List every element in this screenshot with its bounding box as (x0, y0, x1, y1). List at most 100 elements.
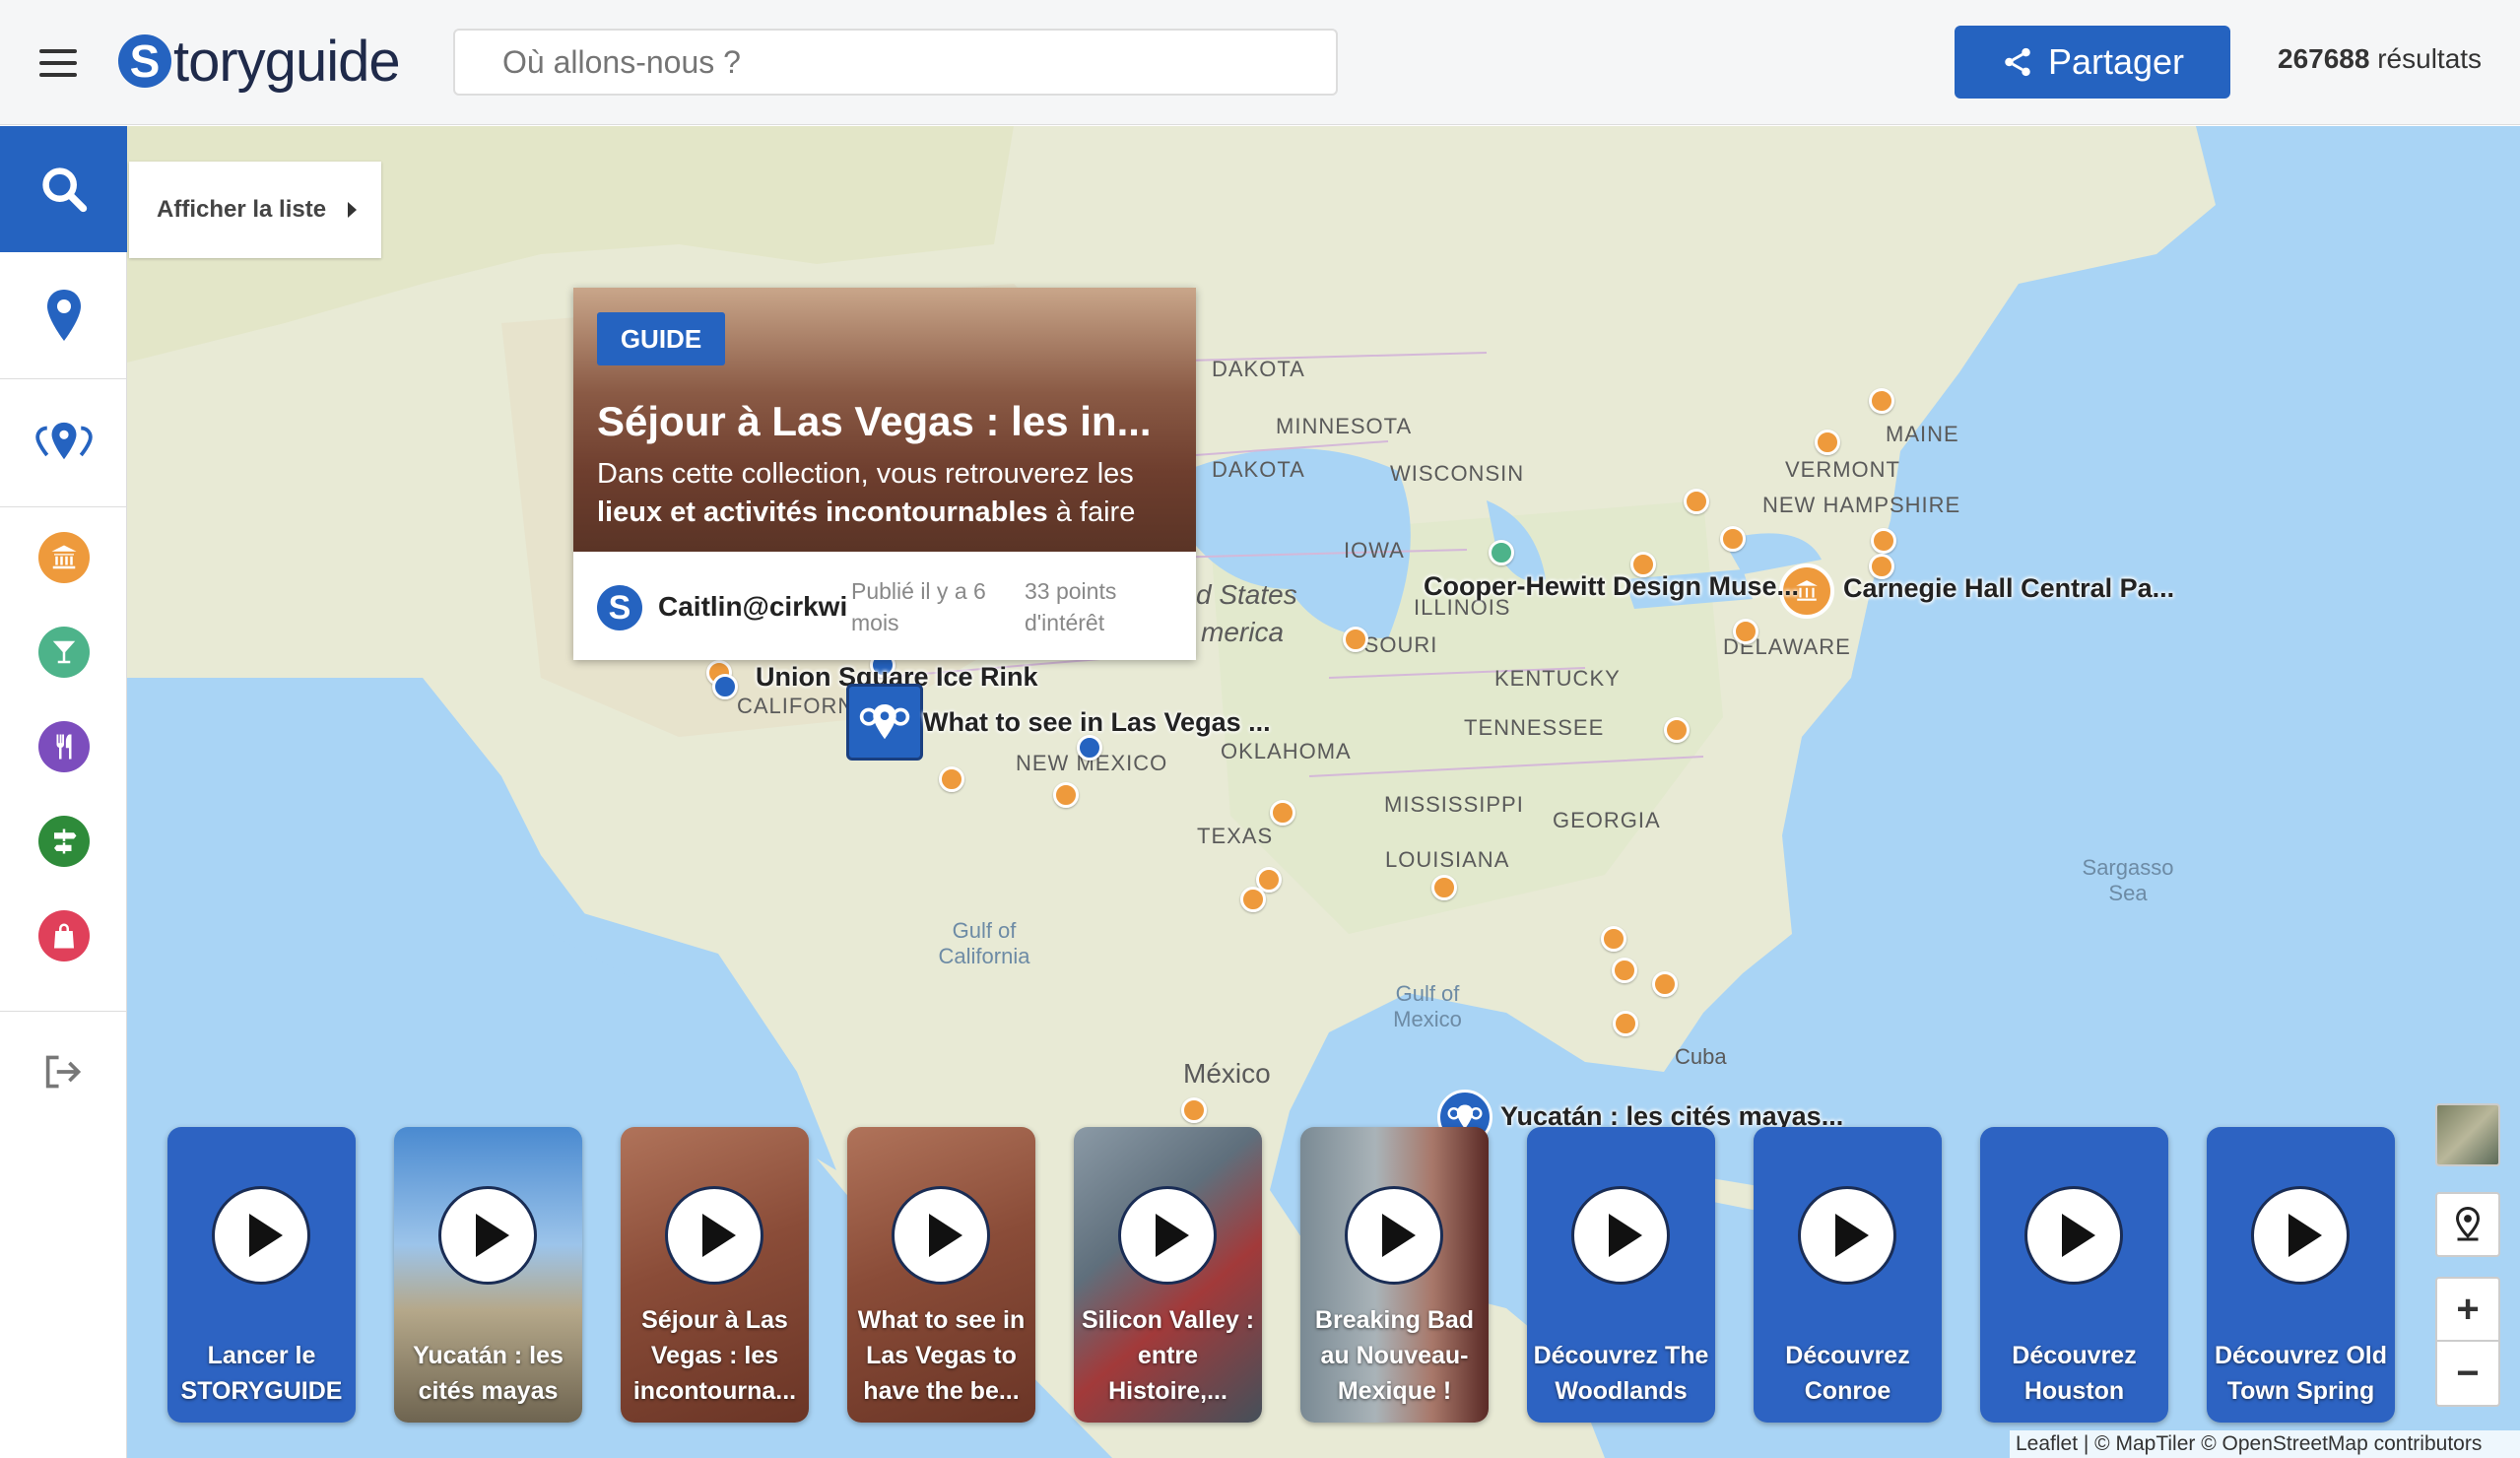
pin-label[interactable]: What to see in Las Vegas ... (923, 707, 1271, 738)
poi-marker[interactable] (1871, 528, 1896, 554)
pin-label[interactable]: Carnegie Hall Central Pa... (1843, 573, 2174, 604)
story-card[interactable]: Breaking Bad au Nouveau-Mexique ! (1300, 1127, 1489, 1423)
poi-marker[interactable] (1664, 717, 1690, 743)
popup-author[interactable]: Caitlin@cirkwi (658, 591, 847, 623)
story-card-label: Silicon Valley : entre Histoire,... (1081, 1306, 1255, 1405)
map-label: TEXAS (1197, 824, 1274, 848)
multi-pin-icon (34, 422, 93, 460)
poi-marker[interactable] (1613, 1011, 1638, 1036)
logo[interactable]: S toryguide (118, 29, 401, 94)
story-card-label: Découvrez Houston (2012, 1342, 2137, 1405)
sidebar-item-places[interactable] (0, 252, 127, 378)
story-card[interactable]: Lancer le STORYGUIDE (167, 1127, 356, 1423)
share-icon (2005, 47, 2030, 77)
sidebar-search-button[interactable] (0, 126, 127, 252)
poi-marker[interactable] (1343, 627, 1368, 652)
zoom-control: + − (2435, 1277, 2500, 1407)
story-card[interactable]: Découvrez The Woodlands (1527, 1127, 1715, 1423)
map-attribution[interactable]: Leaflet | © MapTiler © OpenStreetMap con… (2010, 1430, 2520, 1458)
top-bar: S toryguide Partager 267688 résultats (0, 0, 2520, 125)
story-card[interactable]: Découvrez Conroe (1754, 1127, 1942, 1423)
sidebar-item-activities[interactable] (0, 794, 127, 889)
play-icon (892, 1186, 990, 1285)
shopping-bag-icon (37, 910, 90, 961)
poi-marker[interactable] (1181, 1097, 1207, 1123)
map-label: DAKOTA (1212, 457, 1305, 482)
play-icon (2024, 1186, 2123, 1285)
story-card-label: Découvrez Old Town Spring (2214, 1342, 2388, 1405)
signpost-icon (37, 816, 90, 867)
poi-marker[interactable] (1489, 540, 1514, 565)
poi-marker[interactable] (1684, 489, 1709, 514)
sidebar-divider (0, 506, 127, 507)
poi-marker[interactable] (1652, 971, 1678, 997)
poi-marker[interactable] (1601, 926, 1626, 952)
play-icon (1118, 1186, 1217, 1285)
pin-label[interactable]: Cooper-Hewitt Design Muse... (1424, 571, 1799, 602)
sidebar-item-restaurants[interactable] (0, 699, 127, 794)
poi-marker[interactable] (1431, 875, 1457, 900)
poi-marker[interactable] (1053, 782, 1079, 808)
zoom-in-button[interactable]: + (2437, 1279, 2498, 1342)
logo-text: toryguide (173, 29, 401, 94)
locate-button[interactable] (2435, 1192, 2500, 1257)
map-label: d States (1196, 579, 1297, 610)
map-label: MISSISSIPPI (1384, 792, 1524, 817)
poi-marker[interactable] (1815, 430, 1840, 455)
map-label: NEW HAMPSHIRE (1762, 493, 1961, 517)
popup-points-1: 33 points (1025, 578, 1117, 604)
poi-marker[interactable] (1270, 800, 1295, 826)
map-label: GEORGIA (1553, 808, 1661, 832)
story-card-label: Séjour à Las Vegas : les incontourna... (632, 1306, 797, 1405)
play-icon (1345, 1186, 1443, 1285)
map-pin-icon (46, 290, 81, 341)
play-icon (1571, 1186, 1670, 1285)
story-card-label: Découvrez Conroe (1785, 1342, 1910, 1405)
story-card[interactable]: What to see in Las Vegas to have the be.… (847, 1127, 1035, 1423)
satellite-layer-icon[interactable] (2435, 1103, 2500, 1166)
guide-marker-selected[interactable] (846, 684, 923, 761)
sidebar-item-logout[interactable] (0, 1013, 127, 1131)
poi-marker[interactable] (1077, 735, 1102, 761)
popup-title[interactable]: Séjour à Las Vegas : les in... (597, 398, 1188, 445)
story-card[interactable]: Découvrez Old Town Spring (2207, 1127, 2395, 1423)
story-card[interactable]: Séjour à Las Vegas : les incontourna... (621, 1127, 809, 1423)
poi-marker[interactable] (1720, 526, 1746, 552)
map-label: merica (1201, 617, 1285, 647)
story-card[interactable]: Découvrez Houston (1980, 1127, 2168, 1423)
sidebar-item-museums[interactable] (0, 510, 127, 605)
hamburger-icon[interactable] (39, 49, 77, 77)
map-label: VERMONT (1785, 457, 1900, 482)
show-list-button[interactable]: Afficher la liste (129, 162, 381, 258)
sidebar-item-guides[interactable] (0, 378, 127, 504)
map-label: MINNESOTA (1276, 414, 1413, 438)
poi-marker[interactable] (1869, 388, 1894, 414)
map-label: KENTUCKY (1494, 666, 1621, 691)
poi-marker[interactable] (1733, 619, 1758, 644)
zoom-out-button[interactable]: − (2437, 1342, 2498, 1405)
map-label: CALIFORN (737, 694, 855, 718)
popup-published: Publié il y a 6 mois (851, 575, 986, 638)
search-input[interactable] (453, 29, 1338, 96)
poi-marker[interactable] (712, 674, 738, 699)
sidebar-divider (0, 1011, 127, 1012)
poi-marker[interactable] (939, 766, 964, 792)
poi-marker[interactable] (1240, 887, 1266, 912)
water-label: Sargasso Sea (2082, 855, 2174, 905)
play-icon (438, 1186, 537, 1285)
share-button[interactable]: Partager (1955, 26, 2230, 99)
guide-popup[interactable]: GUIDE Séjour à Las Vegas : les in... Dan… (573, 288, 1196, 660)
story-card-label: Breaking Bad au Nouveau-Mexique ! (1314, 1306, 1475, 1405)
sidebar-item-bars[interactable] (0, 605, 127, 699)
popup-published-2: mois (851, 610, 899, 635)
poi-marker[interactable] (1612, 958, 1637, 983)
results-label: résultats (2377, 43, 2483, 74)
sidebar-item-shopping[interactable] (0, 889, 127, 983)
popup-desc-line1: Dans cette collection, vous retrouverez … (597, 458, 1134, 490)
popup-badge: GUIDE (597, 312, 725, 365)
map-label: DAKOTA (1212, 357, 1305, 381)
story-card[interactable]: Yucatán : les cités mayas (394, 1127, 582, 1423)
story-card[interactable]: Silicon Valley : entre Histoire,... (1074, 1127, 1262, 1423)
map-label: MAINE (1886, 422, 1959, 446)
story-card-label: Découvrez The Woodlands (1533, 1342, 1709, 1405)
